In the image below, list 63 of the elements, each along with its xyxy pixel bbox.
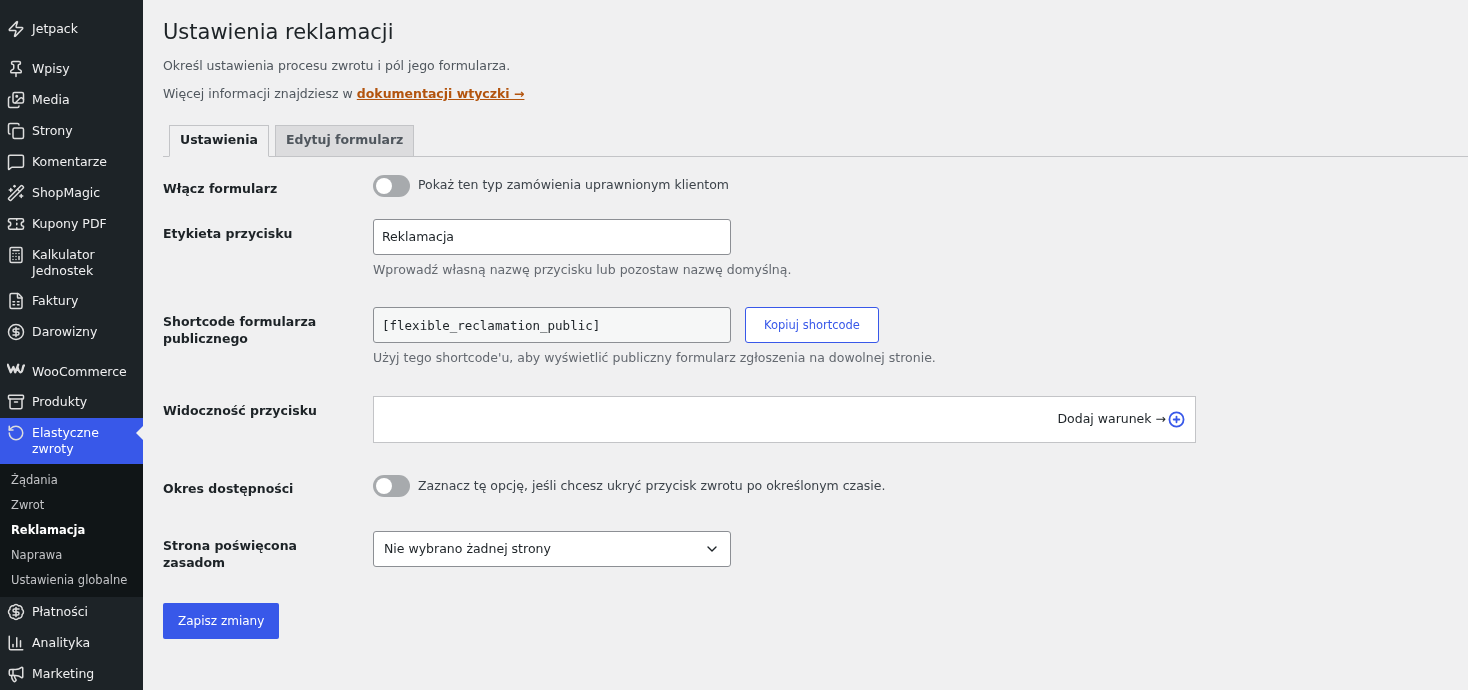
- text-input[interactable]: Reklamacja: [373, 218, 731, 255]
- document-icon: [7, 292, 25, 310]
- page-select[interactable]: Nie wybrano żadnej strony: [373, 531, 731, 567]
- media-icon: [7, 91, 25, 109]
- payment-icon: [7, 603, 25, 621]
- field-label: Okres dostępności: [163, 480, 295, 497]
- sidebar-item[interactable]: Kalkulator Jednostek: [0, 240, 143, 286]
- sidebar-item[interactable]: WooCommerce: [0, 357, 143, 387]
- sidebar-item[interactable]: Kupony PDF: [0, 209, 143, 240]
- submenu-item[interactable]: Ustawienia globalne: [0, 568, 143, 593]
- current-pointer-icon: [136, 426, 143, 440]
- submenu-item[interactable]: Naprawa: [0, 543, 143, 568]
- sidebar-item[interactable]: Media: [0, 85, 143, 116]
- woo-logo-icon: [7, 363, 25, 374]
- field-label: Widoczność przycisku: [163, 402, 318, 420]
- submenu-item[interactable]: Zwrot: [0, 493, 143, 518]
- toggle-text: Zaznacz tę opcję, jeśli chcesz ukryć przycisk zwrotu po określonym czasie.: [418, 476, 886, 495]
- return-arrow-icon: [7, 424, 25, 442]
- page-description: Określ ustawienia procesu zwrotu i pól jego formularza.: [163, 57, 512, 75]
- bar-chart-icon: [7, 634, 25, 652]
- sidebar-item[interactable]: Płatności: [0, 597, 143, 628]
- dollar-circle-icon: [7, 323, 25, 341]
- save-button[interactable]: Zapisz zmiany: [163, 603, 280, 639]
- shortcode-input[interactable]: [flexible_reclamation_public]: [373, 307, 731, 344]
- field-label: Włącz formularz: [163, 179, 279, 197]
- field-label: Strona poświęcona zasadom: [163, 537, 299, 571]
- copy-shortcode-button[interactable]: Kopiuj shortcode: [745, 307, 879, 344]
- help-text: Użyj tego shortcode'u, aby wyświetlić publiczny formularz zgłoszenia na dowolnej stronie.: [373, 349, 936, 368]
- toggle-text: Pokaż ten typ zamówienia uprawnionym klientom: [418, 176, 730, 195]
- toggle-switch[interactable]: [373, 475, 410, 497]
- add-circle-icon: [1168, 411, 1185, 428]
- tab[interactable]: Ustawienia: [169, 124, 269, 157]
- add-condition-button[interactable]: Dodaj warunek →: [1057, 410, 1166, 429]
- sidebar-item[interactable]: Komentarze: [0, 147, 143, 178]
- lightning-icon: [7, 20, 25, 38]
- calculator-icon: [7, 246, 25, 264]
- field-label: Shortcode formularza publicznego: [163, 313, 318, 349]
- sidebar-item[interactable]: Strony: [0, 116, 143, 147]
- sidebar-item[interactable]: Faktury: [0, 286, 143, 317]
- help-text: Wprowadź własną nazwę przycisku lub pozostaw nazwę domyślną.: [373, 260, 792, 279]
- archive-box-icon: [7, 393, 25, 411]
- more-info-text: Więcej informacji znajdziesz w dokumentacji wtyczki →: [163, 84, 526, 103]
- page-title: Ustawienia reklamacji: [163, 19, 395, 46]
- field-label: Etykieta przycisku: [163, 224, 294, 243]
- ticket-icon: [7, 215, 25, 233]
- sidebar-item[interactable]: Darowizny: [0, 317, 143, 348]
- sidebar-item[interactable]: ShopMagic: [0, 178, 143, 209]
- megaphone-icon: [7, 665, 25, 683]
- submenu-item[interactable]: Żądania: [0, 468, 143, 493]
- sidebar-item[interactable]: Produkty: [0, 387, 143, 418]
- submenu-item[interactable]: Reklamacja: [0, 518, 143, 543]
- comment-icon: [7, 153, 25, 171]
- sidebar-item[interactable]: Elastyczne zwroty: [0, 418, 143, 464]
- toggle-switch[interactable]: [373, 174, 410, 197]
- sidebar-item[interactable]: Jetpack: [0, 14, 143, 45]
- documentation-link[interactable]: dokumentacji wtyczki →: [356, 85, 525, 101]
- sidebar-item[interactable]: Analityka: [0, 628, 143, 659]
- magic-wand-icon: [7, 184, 25, 202]
- pin-icon: [7, 60, 25, 78]
- tab[interactable]: Edytuj formularz: [274, 124, 415, 157]
- sidebar-item[interactable]: Marketing: [0, 659, 143, 690]
- pages-icon: [7, 122, 25, 140]
- sidebar-item[interactable]: Wpisy: [0, 54, 143, 85]
